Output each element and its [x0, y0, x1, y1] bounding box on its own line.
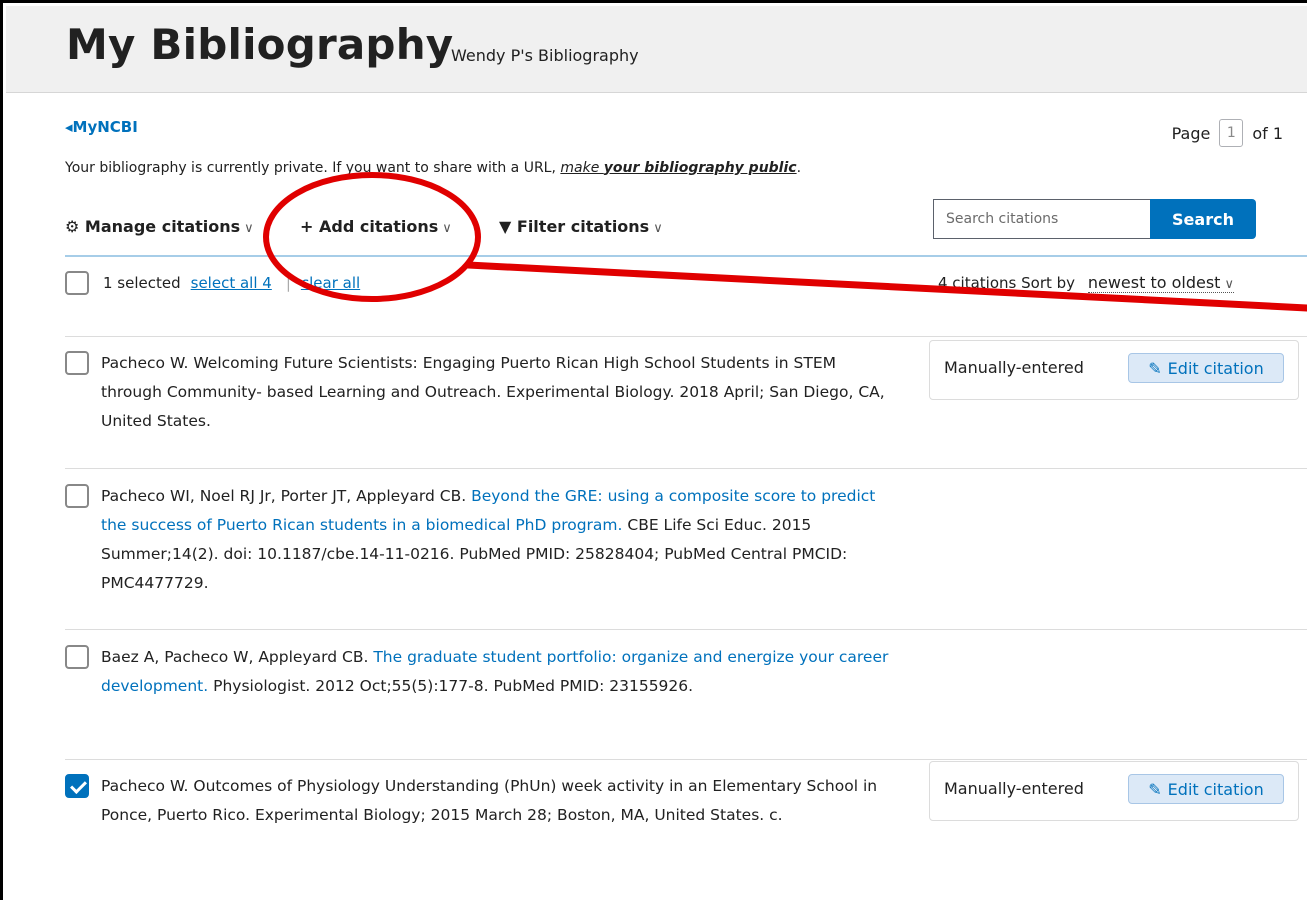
page-title: My Bibliography [66, 20, 454, 69]
citation-source: Manually-entered [944, 358, 1084, 377]
search-button[interactable]: Search [1150, 199, 1256, 239]
citation-text: Pacheco W. Outcomes of Physiology Unders… [101, 777, 878, 824]
add-citations-menu[interactable]: + Add citations ∨ [300, 217, 452, 236]
select-all-link[interactable]: select all 4 [191, 274, 272, 292]
select-all-checkbox[interactable] [65, 271, 89, 295]
edit-citation-button[interactable]: ✎ Edit citation [1128, 353, 1284, 383]
selection-bar: 1 selected select all 4 | clear all [65, 271, 360, 295]
citation-checkbox[interactable] [65, 351, 89, 375]
row-divider [65, 629, 1307, 630]
sort-select[interactable]: newest to oldest ∨ [1087, 273, 1234, 293]
citation-text: Baez A, Pacheco W, Appleyard CB. The gra… [101, 648, 889, 695]
make-public-link[interactable]: make your bibliography public [560, 160, 796, 176]
filter-icon: ▼ [499, 217, 512, 236]
pencil-icon: ✎ [1148, 358, 1162, 378]
row-divider [65, 468, 1307, 469]
chevron-down-icon: ∨ [244, 221, 254, 236]
pager-total: of 1 [1252, 123, 1283, 143]
citation-source: Manually-entered [944, 779, 1084, 798]
citation-count: 4 citations [938, 274, 1017, 292]
filter-citations-menu[interactable]: ▼ Filter citations ∨ [499, 217, 663, 236]
manage-citations-menu[interactable]: ⚙ Manage citations ∨ [65, 217, 254, 236]
citation-source-panel: Manually-entered ✎ Edit citation [929, 761, 1299, 821]
citation-source-panel: Manually-entered ✎ Edit citation [929, 340, 1299, 400]
edit-citation-button[interactable]: ✎ Edit citation [1128, 774, 1284, 804]
sort-label: Sort by [1021, 274, 1076, 292]
pencil-icon: ✎ [1148, 779, 1162, 799]
citation-text: Pacheco WI, Noel RJ Jr, Porter JT, Apple… [101, 487, 876, 592]
bibliography-owner-label: Wendy P's Bibliography [451, 46, 639, 65]
search-citations-input[interactable] [933, 199, 1150, 239]
page-frame: My Bibliography Wendy P's Bibliography ◂… [0, 0, 1307, 900]
plus-icon: + [300, 217, 314, 236]
myncbi-back-link[interactable]: ◂MyNCBI [65, 118, 138, 136]
chevron-down-icon: ∨ [653, 221, 663, 236]
chevron-down-icon: ∨ [1224, 277, 1234, 292]
page-header: My Bibliography Wendy P's Bibliography [6, 6, 1307, 93]
privacy-notice: Your bibliography is currently private. … [65, 160, 802, 176]
page-number-input[interactable]: 1 [1219, 119, 1244, 147]
citation-text: Pacheco W. Welcoming Future Scientists: … [101, 354, 885, 430]
chevron-left-icon: ◂ [65, 118, 73, 136]
toolbar-divider [65, 255, 1307, 257]
pager-label: Page [1171, 123, 1211, 143]
selection-separator: | [285, 274, 291, 292]
pager: Page 1 of 1 [1172, 119, 1283, 147]
gear-icon: ⚙ [65, 217, 80, 236]
citation-checkbox[interactable] [65, 645, 89, 669]
clear-all-link[interactable]: clear all [301, 274, 360, 292]
sort-control: 4 citations Sort by newest to oldest ∨ [938, 273, 1234, 293]
selected-count: 1 selected [103, 274, 181, 292]
chevron-down-icon: ∨ [442, 221, 452, 236]
citation-checkbox-checked[interactable] [65, 774, 89, 798]
citation-checkbox[interactable] [65, 484, 89, 508]
row-divider [65, 336, 1307, 337]
row-divider [65, 759, 1307, 760]
